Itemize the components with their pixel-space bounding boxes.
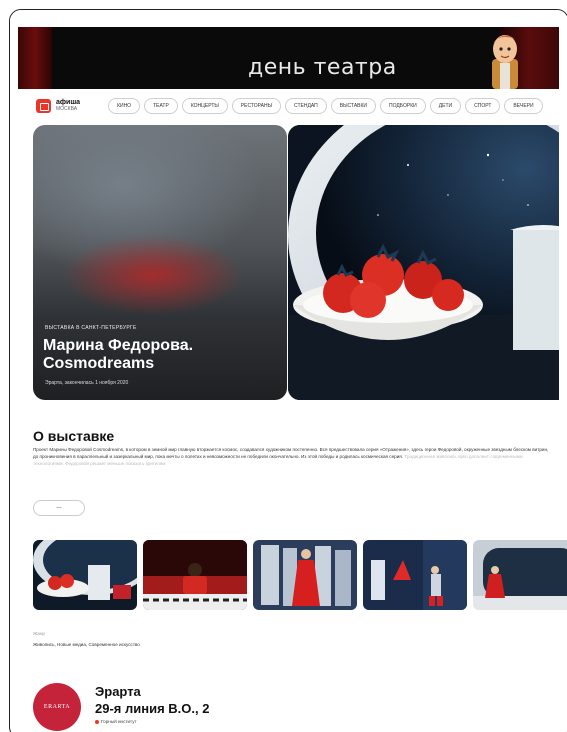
nav-item-sport[interactable]: СПОРТ bbox=[465, 98, 501, 114]
genre-value: Живопись, Новые медиа, Современное искус… bbox=[33, 642, 140, 647]
gallery-thumb[interactable] bbox=[253, 540, 357, 610]
gallery-thumb[interactable] bbox=[473, 540, 567, 610]
genre-label: Жанр bbox=[33, 631, 45, 636]
venue-address: 29-я линия В.О., 2 bbox=[95, 701, 210, 716]
gallery-thumb[interactable] bbox=[143, 540, 247, 610]
afisha-logo-icon[interactable] bbox=[36, 99, 51, 113]
more-button[interactable]: ... bbox=[33, 500, 85, 516]
nav-item-exhibitions[interactable]: ВЫСТАВКИ bbox=[330, 98, 377, 114]
gallery-thumb[interactable] bbox=[363, 540, 467, 610]
hero-image[interactable] bbox=[288, 125, 559, 400]
nav-item-restaurants[interactable]: РЕСТОРАНЫ bbox=[231, 98, 282, 114]
curtain-left bbox=[18, 27, 52, 89]
mascot-illustration bbox=[492, 35, 518, 89]
hero-card[interactable]: ВЫСТАВКА В САНКТ-ПЕТЕРБУРГЕ Марина Федор… bbox=[33, 125, 287, 400]
hero-title-line1: Марина Федорова. bbox=[43, 337, 194, 354]
nav-item-kids[interactable]: ДЕТИ bbox=[429, 98, 462, 114]
venue-name[interactable]: Эрарта bbox=[95, 684, 141, 699]
logo[interactable]: афиша МОСКВА bbox=[56, 99, 80, 113]
about-text: Проект Марины Федоровой Cosmodreams, в к… bbox=[33, 446, 553, 467]
nav-item-teatr[interactable]: ТЕАТР bbox=[144, 98, 178, 114]
gallery bbox=[33, 540, 567, 610]
about-title: О выставке bbox=[33, 428, 115, 444]
nav-item-concerts[interactable]: КОНЦЕРТЫ bbox=[181, 98, 228, 114]
hero-tag: ВЫСТАВКА В САНКТ-ПЕТЕРБУРГЕ bbox=[45, 325, 137, 331]
nav-item-evenings[interactable]: ВЕЧЕРИ bbox=[504, 98, 543, 114]
hero-painting bbox=[288, 125, 559, 400]
main-nav: афиша МОСКВА КИНО ТЕАТР КОНЦЕРТЫ РЕСТОРА… bbox=[18, 92, 559, 120]
promo-banner[interactable]: день театра bbox=[18, 27, 559, 89]
nav-item-collections[interactable]: ПОДБОРКИ bbox=[380, 98, 426, 114]
venue-logo-text: ERARTA bbox=[43, 704, 71, 710]
logo-city: МОСКВА bbox=[56, 106, 78, 112]
hero-subtitle: Эрарта, закончилась 1 ноября 2020 bbox=[45, 380, 129, 386]
nav-items: КИНО ТЕАТР КОНЦЕРТЫ РЕСТОРАНЫ СТЕНДАП ВЫ… bbox=[108, 98, 543, 114]
nav-item-standup[interactable]: СТЕНДАП bbox=[285, 98, 327, 114]
venue-metro: Горный институт bbox=[95, 719, 137, 724]
gallery-thumb[interactable] bbox=[33, 540, 137, 610]
venue-logo[interactable]: ERARTA bbox=[33, 683, 81, 731]
hero-title: Марина Федорова. Cosmodreams bbox=[43, 337, 193, 373]
nav-item-kino[interactable]: КИНО bbox=[108, 98, 141, 114]
banner-title: день театра bbox=[248, 55, 397, 80]
hero-title-line2: Cosmodreams bbox=[43, 355, 155, 372]
logo-name: афиша bbox=[56, 99, 81, 106]
venue-metro-label: Горный институт bbox=[101, 719, 137, 724]
metro-icon bbox=[95, 719, 99, 724]
